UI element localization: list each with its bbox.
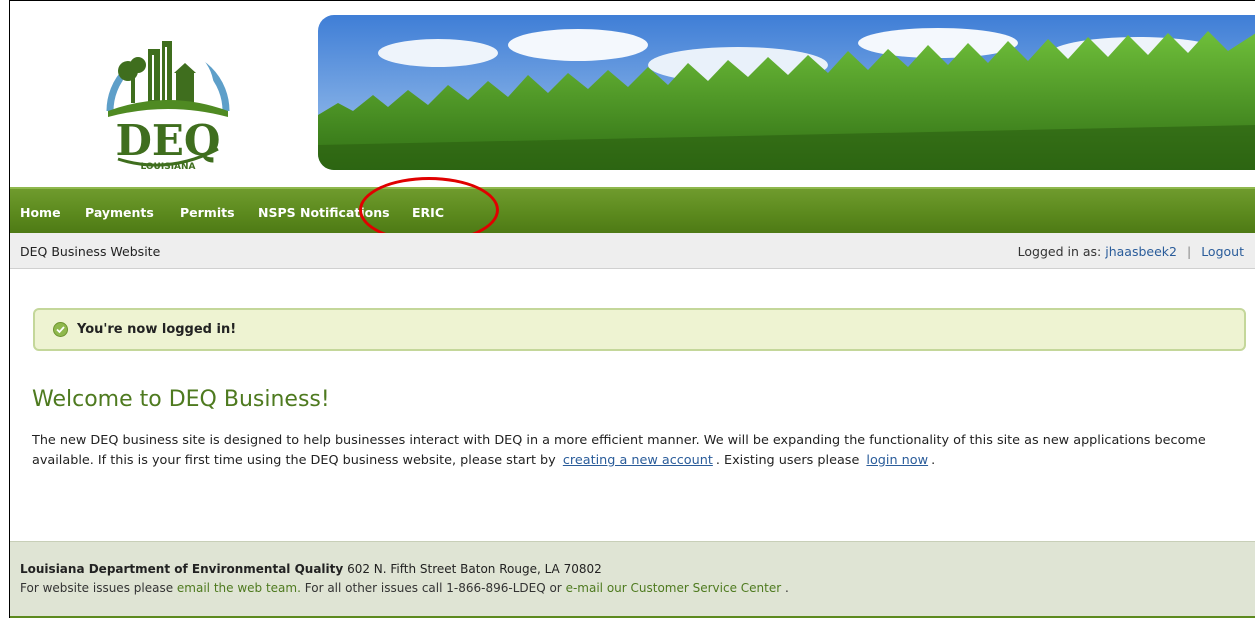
create-account-link[interactable]: creating a new account bbox=[563, 453, 713, 468]
footer-contact-line: For website issues please email the web … bbox=[20, 581, 789, 595]
org-name: Louisiana Department of Environmental Qu… bbox=[20, 562, 344, 576]
page-frame: DEQ LOUISIANA Home Payments Permits NSPS… bbox=[9, 0, 1255, 618]
site-name: DEQ Business Website bbox=[20, 244, 161, 259]
separator: | bbox=[1186, 244, 1192, 259]
intro-paragraph: The new DEQ business site is designed to… bbox=[32, 431, 1247, 471]
logout-link[interactable]: Logout bbox=[1201, 244, 1244, 259]
success-alert: You're now logged in! bbox=[33, 308, 1246, 351]
nav-item-home[interactable]: Home bbox=[20, 205, 61, 220]
customer-service-link[interactable]: e-mail our Customer Service Center bbox=[566, 581, 782, 595]
login-now-link[interactable]: login now bbox=[866, 453, 928, 468]
footer-address-line: Louisiana Department of Environmental Qu… bbox=[20, 562, 602, 576]
email-web-team-link[interactable]: email the web team. bbox=[177, 581, 301, 595]
intro-text-end: . bbox=[931, 453, 936, 468]
forest-banner bbox=[318, 15, 1255, 170]
header: DEQ LOUISIANA bbox=[10, 1, 1255, 187]
intro-text-2: . Existing users please bbox=[715, 453, 860, 468]
nav-item-eric[interactable]: ERIC bbox=[412, 205, 444, 220]
nav-item-nsps-notifications[interactable]: NSPS Notifications bbox=[258, 205, 390, 220]
deq-logo[interactable]: DEQ LOUISIANA bbox=[88, 19, 238, 179]
logged-in-label: Logged in as: bbox=[1017, 244, 1102, 259]
nav-item-permits[interactable]: Permits bbox=[180, 205, 235, 220]
footer: Louisiana Department of Environmental Qu… bbox=[10, 541, 1255, 618]
username: jhaasbeek2 bbox=[1105, 244, 1177, 259]
alert-message: You're now logged in! bbox=[77, 322, 237, 337]
nav-item-payments[interactable]: Payments bbox=[85, 205, 154, 220]
check-circle-icon bbox=[53, 322, 68, 337]
main-nav: Home Payments Permits NSPS Notifications… bbox=[10, 187, 1255, 233]
footer-end: . bbox=[785, 581, 789, 595]
sub-bar: DEQ Business Website Logged in as: jhaas… bbox=[10, 233, 1255, 269]
issues-prefix: For website issues please bbox=[20, 581, 174, 595]
page-title: Welcome to DEQ Business! bbox=[32, 387, 330, 412]
other-issues-text: For all other issues call 1-866-896-LDEQ… bbox=[304, 581, 562, 595]
org-address: 602 N. Fifth Street Baton Rouge, LA 7080… bbox=[347, 562, 602, 576]
login-status: Logged in as: jhaasbeek2 | Logout bbox=[1018, 244, 1244, 259]
logo-text: DEQ bbox=[115, 116, 220, 165]
